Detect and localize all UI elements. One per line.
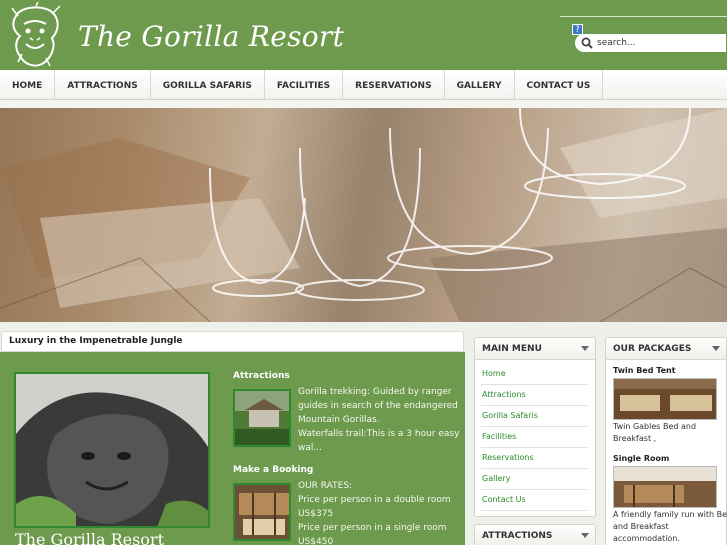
search-icon[interactable] [581,37,593,49]
menu-item-gorilla-safaris[interactable]: Gorilla Safaris [481,406,588,427]
site-logo[interactable]: The Gorilla Resort [6,2,344,68]
single-room-image [614,467,716,507]
attractions-thumbnail[interactable] [233,389,291,447]
attractions-box-header[interactable]: ATTRACTIONS [475,525,595,545]
site-title: The Gorilla Resort [78,20,345,53]
attractions-title[interactable]: Attractions [233,371,290,381]
booking-line-3: US$375 [298,509,334,519]
package-description-line: Twin Gables Bed and [613,422,697,431]
gorilla-photo[interactable] [14,372,210,528]
menu-item-gallery[interactable]: Gallery [481,469,588,490]
gorilla-logo-icon [11,2,61,67]
menu-item-facilities[interactable]: Facilities [481,427,588,448]
hero-banner [0,108,727,322]
booking-line-2: Price per person in a double room [298,495,451,505]
packages-box: OUR PACKAGES Twin Bed Tent Twin Gables B… [605,337,727,545]
package-title[interactable]: Twin Bed Tent [613,366,676,375]
header-divider [560,16,727,17]
package-description-line: Breakfast , [613,434,657,443]
package-description-line: accommodation. [613,534,680,543]
attractions-line-2: guides in search of the endangered [298,401,458,411]
chevron-down-icon[interactable] [712,346,720,351]
package-description-line: A friendly family run with Bed [613,510,727,519]
menu-item-attractions[interactable]: Attractions [481,385,588,406]
attractions-line-3: Mountain Gorillas. [298,415,380,425]
menu-item-home[interactable]: Home [481,364,588,385]
attractions-line-4: Waterfalls trail:This is a 3 hour easy [298,429,460,439]
search-input[interactable] [597,35,721,51]
nav-gorilla-safaris[interactable]: GORILLA SAFARIS [151,70,265,100]
chevron-down-icon[interactable] [581,346,589,351]
package-image[interactable] [613,466,717,508]
package-image[interactable] [613,378,717,420]
attractions-line-5: wal... [298,443,322,453]
site-header: The Gorilla Resort ? [0,0,727,70]
photo-caption: The Gorilla Resort [15,530,165,545]
main-menu-list: Home Attractions Gorilla Safaris Facilit… [481,364,588,511]
package-title[interactable]: Single Room [613,454,669,463]
menu-item-reservations[interactable]: Reservations [481,448,588,469]
nav-facilities[interactable]: FACILITIES [265,70,344,100]
nav-gallery[interactable]: GALLERY [445,70,515,100]
lodge-image [235,391,289,445]
main-menu-box: MAIN MENU Home Attractions Gorilla Safar… [474,337,596,517]
search-box [575,34,726,52]
booking-title[interactable]: Make a Booking [233,465,313,475]
main-menu-header[interactable]: MAIN MENU [475,338,595,360]
nav-reservations[interactable]: RESERVATIONS [343,70,445,100]
packages-header[interactable]: OUR PACKAGES [606,338,726,360]
room-image [235,485,289,539]
main-heading: Luxury in the Impenetrable Jungle [9,336,183,346]
main-menu-title: MAIN MENU [482,344,542,354]
main-content-header: Luxury in the Impenetrable Jungle [1,331,464,352]
wine-glasses-illustration [0,108,727,322]
packages-title: OUR PACKAGES [613,344,692,354]
nav-contact-us[interactable]: CONTACT US [515,70,604,100]
gorilla-face-image [16,374,208,526]
booking-line-1: OUR RATES: [298,481,353,491]
booking-line-4: Price per person in a single room [298,523,447,533]
main-content: The Gorilla Resort Attractions Gorilla t… [0,352,465,545]
attractions-box-title: ATTRACTIONS [482,531,553,541]
chevron-down-icon[interactable] [581,533,589,538]
nav-home[interactable]: HOME [0,70,56,100]
nav-spacer [0,100,727,108]
attractions-box: ATTRACTIONS [474,524,596,545]
main-nav: HOME ATTRACTIONS GORILLA SAFARIS FACILIT… [0,70,727,100]
nav-attractions[interactable]: ATTRACTIONS [55,70,151,100]
menu-item-contact-us[interactable]: Contact Us [481,490,588,511]
tent-image [614,379,716,419]
booking-thumbnail[interactable] [233,483,291,541]
attractions-line-1: Gorilla trekking: Guided by ranger [298,387,452,397]
booking-line-5: US$450 [298,537,334,545]
package-description-line: and Breakfast [613,522,669,531]
